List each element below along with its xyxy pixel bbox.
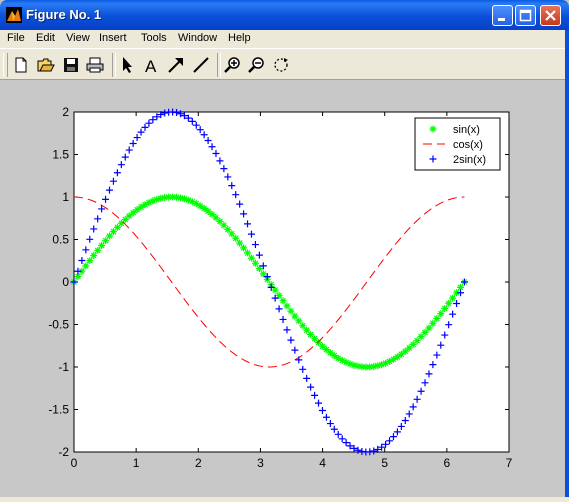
toolbar-separator (217, 53, 221, 77)
data-point (445, 299, 453, 307)
data-point (287, 307, 295, 315)
figure-window: Figure No. 1 File Edit View Insert Tools… (0, 0, 569, 497)
legend-label: cos(x) (453, 139, 483, 151)
y-tick-label: 2 (62, 105, 69, 119)
text-insert-icon[interactable]: A (143, 56, 161, 74)
y-tick-label: -1.5 (48, 403, 69, 417)
data-point (291, 312, 299, 320)
menu-window[interactable]: Window (178, 32, 217, 44)
y-tick-label: -2 (58, 445, 69, 459)
maximize-icon (519, 9, 532, 22)
data-point (240, 244, 248, 252)
y-tick-label: 0 (62, 275, 69, 289)
data-point (82, 262, 90, 270)
data-point (437, 310, 445, 318)
y-tick-label: -0.5 (48, 318, 69, 332)
toolbar: A (0, 48, 569, 80)
x-tick-label: 2 (195, 456, 202, 470)
data-point (94, 246, 102, 254)
print-icon[interactable] (86, 56, 104, 74)
toolbar-grip (3, 53, 8, 77)
data-point (90, 252, 98, 259)
menu-file[interactable]: File (7, 32, 25, 44)
data-point (283, 302, 291, 310)
rotate-3d-icon[interactable] (272, 56, 290, 74)
x-tick-label: 6 (444, 456, 451, 470)
open-folder-icon[interactable] (37, 56, 55, 74)
maximize-button[interactable] (515, 5, 536, 26)
y-tick-label: 1.5 (52, 148, 69, 162)
new-file-icon[interactable] (12, 56, 30, 74)
menu-insert[interactable]: Insert (99, 32, 127, 44)
x-tick-label: 3 (257, 456, 264, 470)
x-tick-label: 4 (319, 456, 326, 470)
save-icon[interactable] (62, 56, 80, 74)
menu-tools[interactable]: Tools (141, 32, 167, 44)
menu-bar: File Edit View Insert Tools Window Help (0, 30, 569, 48)
zoom-out-icon[interactable] (248, 56, 266, 74)
arrow-insert-icon[interactable] (167, 56, 185, 74)
x-tick-label: 1 (133, 456, 140, 470)
menu-edit[interactable]: Edit (36, 32, 55, 44)
legend[interactable]: sin(x) cos(x) 2sin(x) (414, 117, 501, 171)
close-button[interactable] (540, 5, 561, 26)
data-point (98, 242, 106, 249)
data-point (449, 294, 457, 302)
svg-text:A: A (145, 57, 157, 74)
matlab-logo-icon (6, 7, 22, 23)
minimize-button[interactable] (492, 5, 513, 26)
legend-label: sin(x) (453, 124, 480, 136)
legend-star-marker (429, 125, 437, 133)
toolbar-separator (112, 53, 116, 77)
zoom-in-icon[interactable] (224, 56, 242, 74)
window-title: Figure No. 1 (26, 7, 102, 22)
close-icon (545, 10, 556, 21)
x-tick-label: 7 (506, 456, 513, 470)
window-border (565, 30, 569, 497)
data-point (248, 254, 255, 262)
legend-label: 2sin(x) (453, 154, 486, 166)
data-point (251, 259, 259, 267)
menu-view[interactable]: View (66, 32, 90, 44)
minimize-icon (498, 18, 505, 21)
data-point (441, 305, 449, 312)
x-tick-label: 5 (381, 456, 388, 470)
line-insert-icon[interactable] (192, 56, 210, 74)
figure-area: 0 1 2 3 4 5 6 7 -2 -1.5 -1 -0.5 0 0.5 1 1.5 2 sin(x) cos(… (0, 80, 565, 497)
data-point (86, 257, 94, 265)
y-tick-label: 0.5 (52, 233, 69, 247)
arrow-select-icon[interactable] (119, 56, 137, 74)
y-tick-label: 1 (62, 190, 69, 204)
menu-help[interactable]: Help (228, 32, 251, 44)
title-bar[interactable]: Figure No. 1 (0, 0, 569, 30)
x-tick-label: 0 (71, 456, 78, 470)
plot-chart[interactable]: 0 1 2 3 4 5 6 7 -2 -1.5 -1 -0.5 0 0.5 1 1.5 2 sin(x) cos(… (0, 80, 565, 497)
y-tick-label: -1 (58, 360, 69, 374)
